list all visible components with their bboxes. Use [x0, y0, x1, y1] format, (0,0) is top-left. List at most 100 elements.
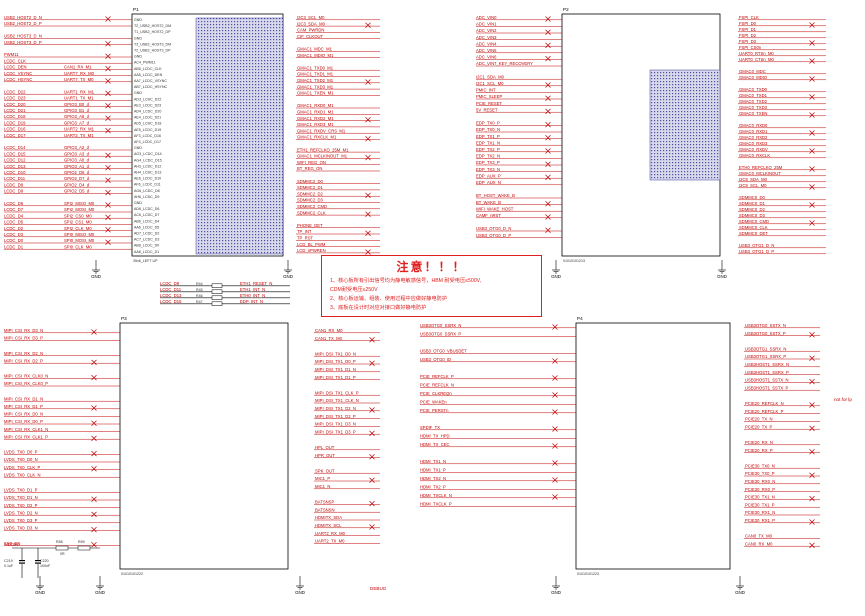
net-label: HDMI_TXCLK_N [420, 493, 452, 498]
pin-name: AC7_LCDC_D3 [134, 238, 159, 242]
net-label: HDMITX_SCL [315, 523, 342, 528]
net-label: USB3HOST1_SSRX_N [745, 362, 789, 367]
net-label: USB2_HOST2_D_P [4, 21, 42, 26]
pin-name: AF3_LCDC_D16 [134, 134, 161, 138]
net-label: GMAC0_RXD3 [739, 141, 768, 146]
no-connect-mark [809, 184, 815, 190]
net-label: FSPI_D1 [739, 27, 757, 32]
net-label: LCDC_D16 [4, 127, 26, 132]
c219-label: C219 [4, 559, 13, 563]
net-label: GMAC0_RXD1 [739, 129, 768, 134]
pin-name: AB6_LCDC_D4 [134, 219, 159, 223]
net-label: PCIE30_RX1_P [745, 518, 775, 523]
net-label: ETH1_REFCLKO_25M_M1 [297, 147, 349, 152]
no-connect-mark [552, 460, 558, 466]
net-label: GMAC1_MCLKINOUT_M1 [297, 154, 348, 159]
net-label: PCIE30_TX0_N [745, 463, 775, 468]
no-connect-mark [552, 375, 558, 381]
pin-name: T3_USB2_HOST3_DM [134, 42, 171, 46]
net-label: SDMMC0_D2 [739, 207, 765, 212]
net-label: MIC1_N [315, 484, 330, 489]
c219-value: 0.1uF [4, 564, 14, 568]
c220-value: 100nF [40, 564, 51, 568]
not-for-lp-label: not for lp [834, 397, 852, 402]
net-label: MIPI_CSI_RX_CLK0_N [4, 374, 48, 379]
net-label: LCDC_D7 [4, 207, 24, 212]
res-in-net: LCDC_D11 [160, 287, 182, 292]
net-label: ADC_VIN6 [476, 55, 497, 60]
net-label: GMAC1_TXD0_M1 [297, 65, 334, 70]
net-label: SDMMC0_D0 [739, 195, 765, 200]
net-label: CAN0_TX_M0 [745, 534, 773, 539]
net-label: LCDC_D23 [4, 96, 26, 101]
p3-component: P3 01010101222 [119, 316, 289, 576]
alt-function-label: UART2_RX_M1 [64, 127, 95, 132]
net-label: USB2_HOST3_D_P [4, 40, 42, 45]
net-label: CAN1_TX_M0 [315, 336, 343, 341]
no-connect-mark [105, 189, 111, 196]
net-label: GMAC1_RXD1_M1 [297, 110, 334, 115]
net-label: LCDC_D10 [4, 170, 26, 175]
no-connect-mark [809, 112, 815, 118]
ground-label: GND [295, 590, 305, 595]
net-label: GMAC1_MDC_M1 [297, 47, 333, 52]
p4-footer: 01010101223 [577, 572, 599, 576]
alt-function-label: SPI2_CLK_M0 [64, 226, 92, 231]
net-label: USB3_OTG1_D_P [739, 249, 774, 254]
ground-label: GND [717, 274, 727, 279]
no-connect-mark [809, 166, 815, 172]
no-connect-mark [365, 249, 371, 255]
resistor [211, 289, 223, 294]
p4-component: P4 01010101223 [575, 316, 731, 576]
net-label: GMAC0_MDC [739, 69, 766, 74]
alt-function-label: UART1_RX_M1 [64, 89, 95, 94]
net-label: USB3HOST1_SSTX_N [745, 378, 789, 383]
net-label: LCDC_D21 [4, 108, 26, 113]
no-connect-mark [809, 542, 815, 549]
alt-function-label: SPI2_CS0_M0 [64, 213, 92, 218]
net-label: MIPI_DSI_TX1_D3_N [315, 422, 356, 427]
net-label: MIPI_CSI_RX_D2_P [4, 358, 43, 363]
net-label: MIPI_CSI_RX_D3_N [4, 328, 43, 333]
net-label: PCIE_REFCLK_N [420, 383, 454, 388]
pin-name: AA7_LCDC_VSYNC [134, 79, 167, 83]
no-connect-mark [105, 214, 111, 221]
net-label: UART2_TX_M0 [315, 539, 345, 544]
net-label: USB3OTG0_SSRX_N [420, 323, 461, 328]
net-label: GMAC1_TXEN_M1 [297, 91, 334, 96]
net-label: EDP_TX2_N [476, 154, 500, 159]
net-label: LCDC_D5 [4, 220, 24, 225]
net-label: MIPI_CSI_RX_D2_N [4, 351, 43, 356]
p2-ref: P2 [563, 7, 569, 12]
net-label: UART2_RX_M0 [315, 531, 346, 536]
pin-name: AH4_LCDC_D13 [134, 171, 161, 175]
net-label: I2C1_SCL_M0 [476, 81, 504, 86]
net-label: MIC1_P [315, 476, 330, 481]
net-label: GMAC1_TXD3_M1 [297, 84, 334, 89]
no-connect-mark [552, 392, 558, 398]
no-connect-mark [545, 42, 551, 49]
no-connect-mark [545, 214, 551, 220]
pin-name: AF4_LCDC_D17 [134, 140, 161, 144]
pin-name: AB8_LCDC_D0 [134, 244, 159, 248]
ground-label: GND [735, 590, 745, 595]
pin-name: AF6_LCDC_D11 [134, 183, 161, 187]
pin-name: AC4_PWM11 [134, 61, 156, 65]
net-label: LCDC_D12 [4, 158, 26, 163]
net-label: I2C3_SCL_M0 [297, 15, 325, 20]
net-label: MIPI_DSI_TX1_D2_P [315, 414, 356, 419]
net-label: USB3_OTG0_D_N [476, 226, 511, 231]
net-label: PCIE20_REFCLK_N [745, 401, 784, 406]
net-label: MIPI_CSI_RX_D1_P [4, 404, 43, 409]
pin-name: GND [134, 146, 142, 150]
net-label: GMAC1_RXCLK_M1 [297, 135, 337, 140]
pin-name: T2_USB2_HOST2_DM [134, 24, 171, 28]
pin-name: GND [134, 91, 142, 95]
net-label: EDP_TX1_P [476, 134, 500, 139]
net-label: ADC_VIN1 [476, 22, 497, 27]
net-label: MIPI_CSI_RX_CLK1_P [4, 434, 48, 439]
no-connect-mark [105, 103, 111, 109]
no-connect-mark [91, 511, 97, 518]
net-label: BT_HOST_WAKE_B [476, 193, 515, 198]
net-label: MIPI_DSI_TX1_D1_N [315, 367, 356, 372]
